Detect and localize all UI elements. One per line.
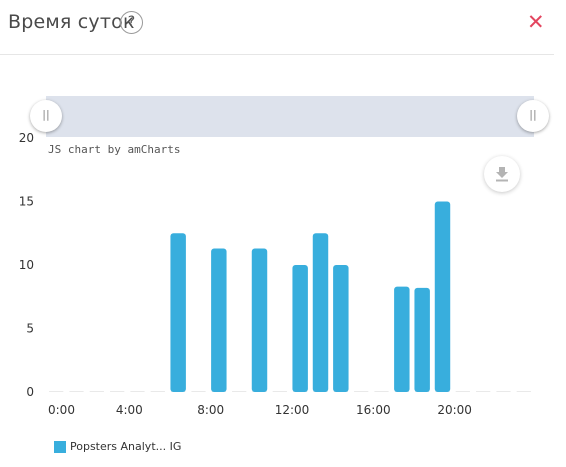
x-tick-label: 20:00	[437, 403, 472, 417]
bar[interactable]	[292, 265, 308, 392]
bar[interactable]	[211, 248, 227, 392]
x-tick-label: 8:00	[197, 403, 224, 417]
x-axis-baseline	[49, 391, 531, 392]
baseline-segment	[374, 391, 389, 392]
bar[interactable]	[394, 286, 410, 392]
baseline-segment	[89, 391, 104, 392]
y-axis: 0 5 10 15 20	[19, 131, 34, 399]
bar[interactable]	[170, 233, 186, 392]
bar[interactable]	[333, 265, 349, 392]
legend-label: Popsters Analyt... IG	[70, 440, 182, 453]
x-tick-label: 16:00	[356, 403, 391, 417]
baseline-segment	[232, 391, 247, 392]
baseline-segment	[476, 391, 491, 392]
y-tick-label: 15	[19, 195, 34, 209]
x-tick-label: 0:00	[48, 403, 75, 417]
dialog-title: Время суток	[8, 11, 135, 33]
y-tick-label: 5	[26, 322, 34, 336]
close-icon[interactable]: ✕	[527, 10, 545, 34]
x-tick-label: 4:00	[116, 403, 143, 417]
bar[interactable]	[251, 248, 268, 392]
baseline-segment	[130, 391, 145, 392]
dialog-header: Время суток ? ✕	[0, 0, 566, 52]
bar-chart: 0 5 10 15 20 0:00 4:00 8:00 12:00 16:00 20:00	[19, 131, 531, 417]
baseline-segment	[354, 391, 369, 392]
y-tick-label: 0	[26, 385, 34, 399]
x-tick-label: 12:00	[275, 403, 310, 417]
x-axis: 0:00 4:00 8:00 12:00 16:00 20:00	[48, 403, 472, 417]
baseline-segment	[110, 391, 125, 392]
bar-series	[170, 201, 451, 393]
y-tick-label: 10	[19, 258, 34, 272]
bar[interactable]	[434, 201, 451, 393]
header-divider	[0, 54, 554, 55]
baseline-segment	[272, 391, 287, 392]
baseline-segment	[455, 391, 470, 392]
baseline-segment	[69, 391, 84, 392]
help-icon[interactable]: ?	[120, 11, 143, 34]
baseline-segment	[49, 391, 64, 392]
baseline-segment	[516, 391, 531, 392]
bar[interactable]	[414, 287, 430, 392]
y-tick-label: 20	[19, 131, 34, 145]
baseline-segment	[496, 391, 511, 392]
bar[interactable]	[312, 233, 329, 392]
baseline-segment	[150, 391, 165, 392]
legend-swatch	[54, 441, 66, 453]
baseline-segment	[191, 391, 206, 392]
